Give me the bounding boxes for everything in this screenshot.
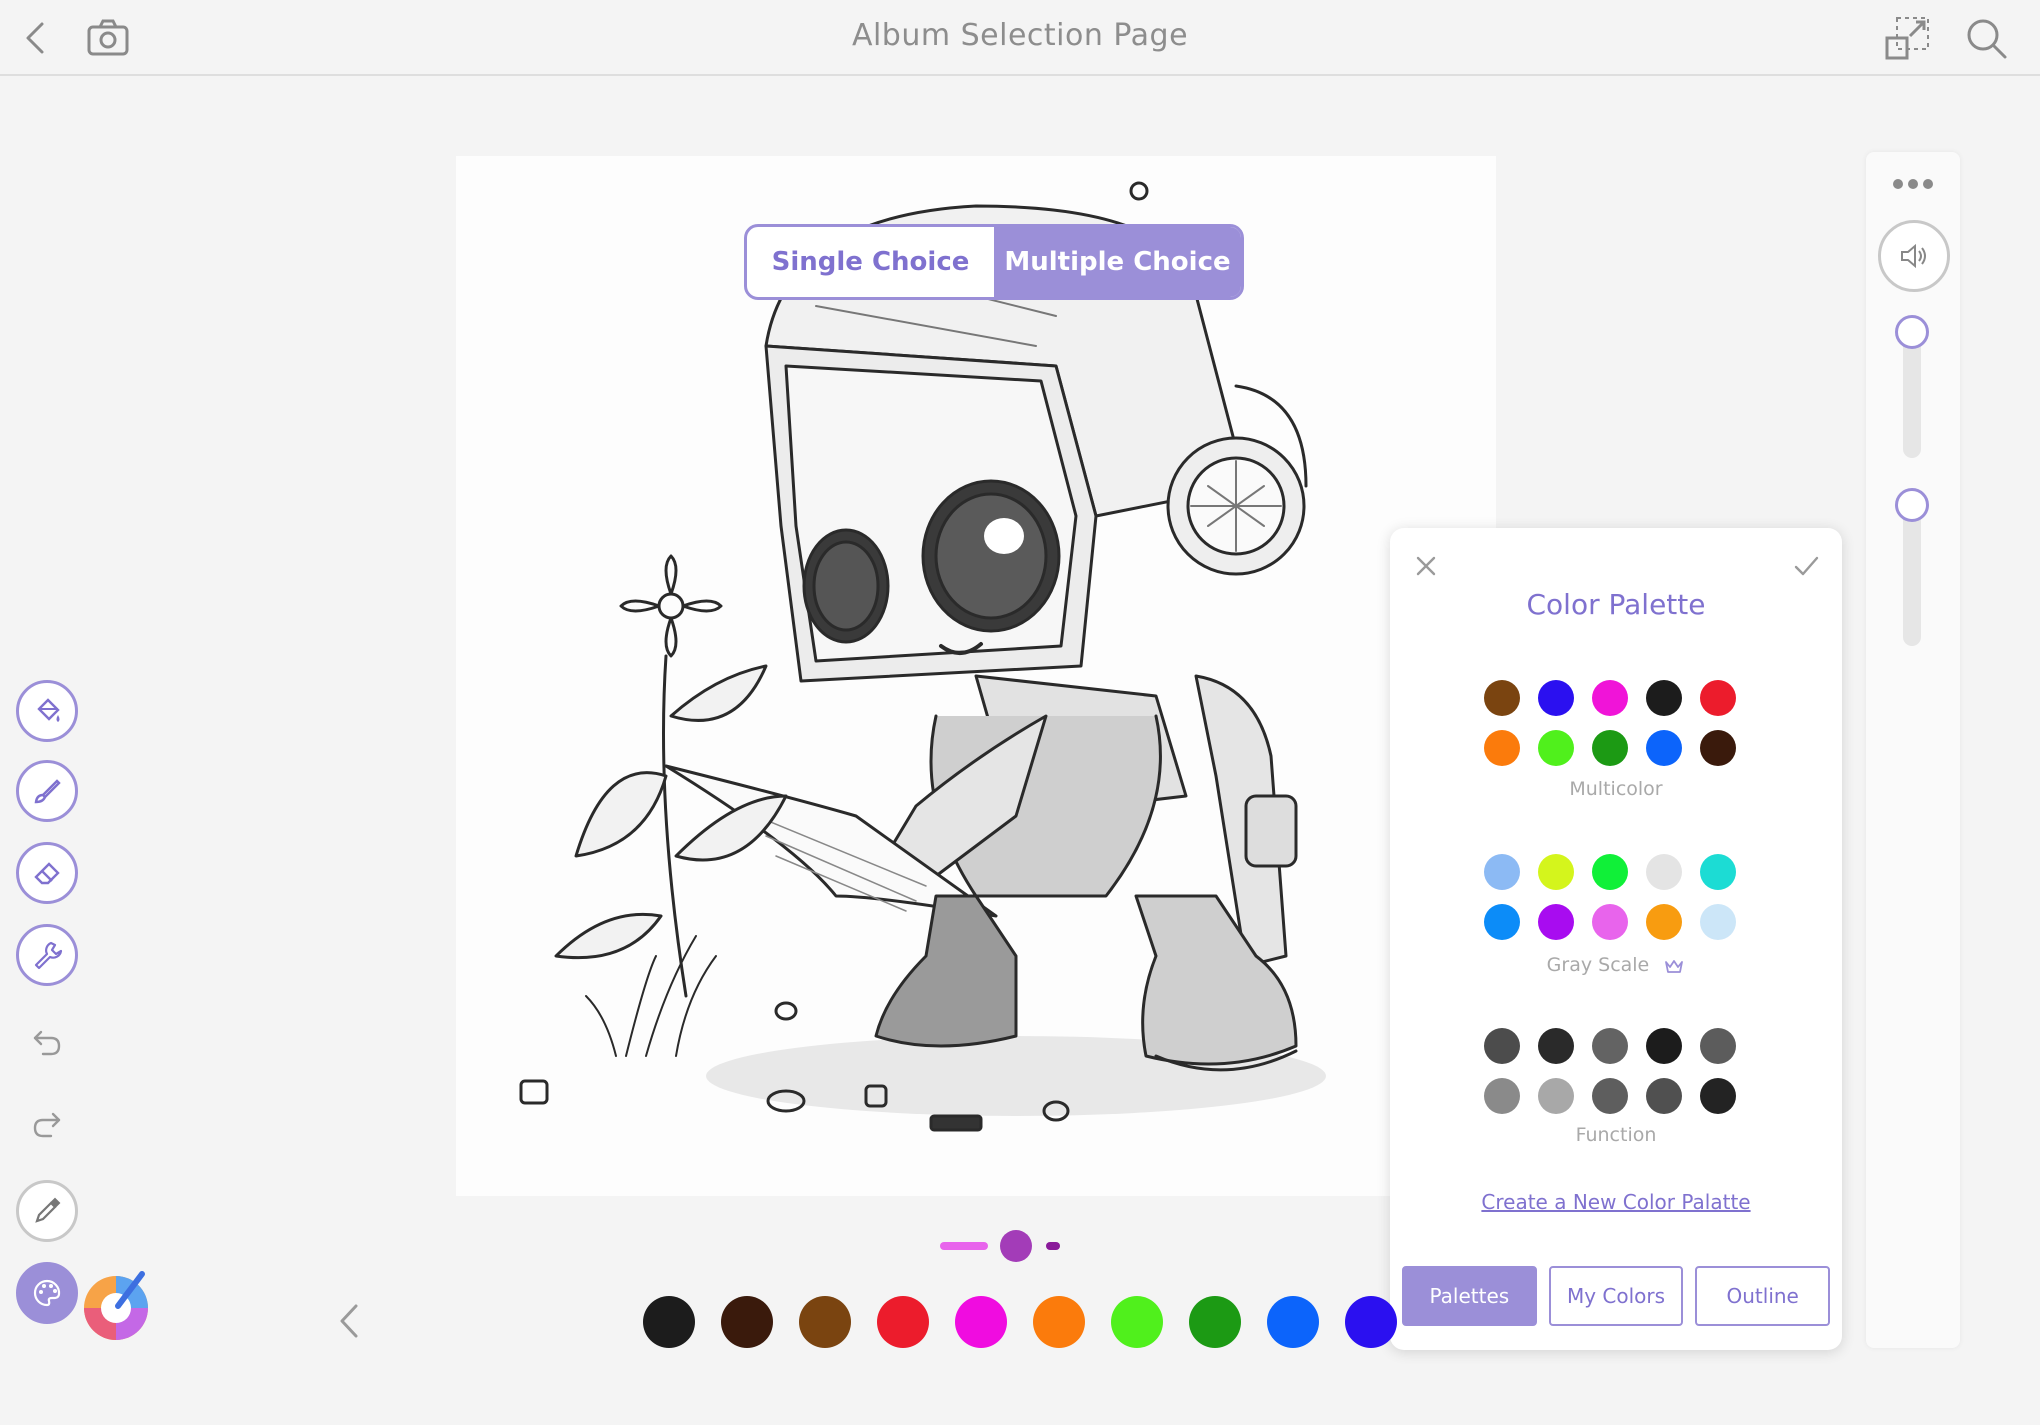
page-dot-3[interactable] [1046,1242,1060,1250]
color-swatch[interactable] [1538,680,1574,716]
check-icon[interactable] [1788,548,1824,584]
color-swatch[interactable] [1700,1078,1736,1114]
color-palette-panel: Color Palette Multicolor Gray Scale Func… [1390,528,1842,1350]
close-icon[interactable] [1408,548,1444,584]
redo-icon[interactable] [16,1094,78,1156]
page-indicator [940,1230,1060,1262]
wrench-icon[interactable] [16,924,78,986]
search-icon[interactable] [1962,14,2010,62]
color-swatch[interactable] [1592,854,1628,890]
color-swatch[interactable] [1484,730,1520,766]
robot-line-art [519,181,1326,1132]
choice-mode-toggle: Single Choice Multiple Choice [744,224,1244,300]
page-dot-2[interactable] [1000,1230,1032,1262]
tab-my-colors[interactable]: My Colors [1548,1266,1684,1326]
brush-icon[interactable] [16,760,78,822]
color-swatch[interactable] [1592,1028,1628,1064]
gray-scale-label: Gray Scale [1546,954,1650,976]
color-swatch[interactable] [1646,1078,1682,1114]
color-swatch[interactable] [1538,730,1574,766]
function-swatches [1484,1028,1748,1114]
palette-icon[interactable] [16,1262,78,1324]
color-swatch[interactable] [1646,730,1682,766]
coloring-canvas[interactable] [456,156,1496,1196]
multicolor-swatches [1484,680,1748,766]
bottom-color-swatch[interactable] [799,1296,851,1348]
color-swatch[interactable] [1700,1028,1736,1064]
color-swatch[interactable] [1700,904,1736,940]
color-swatch[interactable] [1646,854,1682,890]
color-swatch[interactable] [1592,680,1628,716]
app-logo [76,1266,156,1346]
color-swatch[interactable] [1646,904,1682,940]
single-choice-tab[interactable]: Single Choice [747,227,994,297]
bottom-color-swatch[interactable] [1189,1296,1241,1348]
color-swatch[interactable] [1700,854,1736,890]
resize-icon[interactable] [1884,14,1932,62]
create-palette-link[interactable]: Create a New Color Palatte [1390,1190,1842,1214]
page-title: Album Selection Page [851,18,1189,53]
opacity-knob[interactable] [1895,488,1929,522]
bottom-color-swatch[interactable] [1111,1296,1163,1348]
color-swatch[interactable] [1592,1078,1628,1114]
crown-icon [1663,957,1685,975]
more-icon[interactable] [1888,172,1938,196]
palette-title: Color Palette [1526,588,1706,621]
top-bar: Album Selection Page [0,0,2040,76]
color-swatch[interactable] [1592,730,1628,766]
color-swatch[interactable] [1484,1078,1520,1114]
multiple-choice-tab[interactable]: Multiple Choice [994,227,1241,297]
color-swatch[interactable] [1700,730,1736,766]
color-swatch[interactable] [1484,854,1520,890]
tab-outline[interactable]: Outline [1695,1266,1831,1326]
brush-size-track[interactable] [1903,330,1921,458]
group-label-multicolor: Multicolor [1569,778,1663,800]
color-swatch[interactable] [1592,904,1628,940]
color-swatch[interactable] [1484,1028,1520,1064]
fill-bucket-icon[interactable] [16,680,78,742]
bottom-color-swatch[interactable] [721,1296,773,1348]
previous-colors-button[interactable] [330,1296,368,1346]
bottom-color-swatch[interactable] [1345,1296,1397,1348]
color-swatch[interactable] [1646,680,1682,716]
bottom-color-swatch[interactable] [1267,1296,1319,1348]
bottom-color-swatch[interactable] [643,1296,695,1348]
color-swatch[interactable] [1538,854,1574,890]
bottom-color-swatch[interactable] [955,1296,1007,1348]
gray-scale-swatches [1484,854,1748,940]
color-swatch[interactable] [1538,1078,1574,1114]
undo-icon[interactable] [16,1012,78,1074]
bottom-color-swatch[interactable] [877,1296,929,1348]
palette-tabs: Palettes My Colors Outline [1402,1266,1831,1326]
group-label-gray-scale: Gray Scale [1390,954,1842,976]
brush-size-knob[interactable] [1895,315,1929,349]
color-swatch[interactable] [1484,680,1520,716]
group-label-function: Function [1575,1124,1657,1146]
color-swatch[interactable] [1538,904,1574,940]
color-swatch[interactable] [1700,680,1736,716]
color-swatch[interactable] [1538,1028,1574,1064]
eyedropper-icon[interactable] [16,1180,78,1242]
bottom-color-swatch[interactable] [1033,1296,1085,1348]
color-swatch[interactable] [1646,1028,1682,1064]
tab-palettes[interactable]: Palettes [1402,1266,1537,1326]
page-dot-1[interactable] [940,1242,988,1250]
speaker-icon[interactable] [1878,220,1950,292]
color-swatch[interactable] [1484,904,1520,940]
eraser-icon[interactable] [16,842,78,904]
